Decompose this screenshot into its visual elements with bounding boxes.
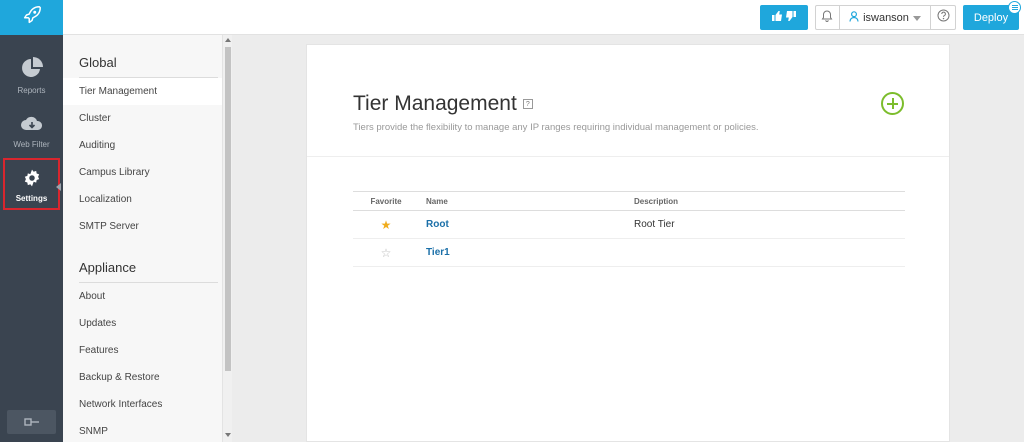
scroll-up-arrow-icon[interactable] — [225, 38, 231, 42]
favorite-cell: ★ — [353, 211, 419, 238]
subnav-item-campus-library[interactable]: Campus Library — [63, 159, 222, 186]
notifications-button[interactable] — [816, 6, 840, 29]
deploy-button[interactable]: Deploy — [963, 1, 1021, 30]
subnav-item-updates[interactable]: Updates — [63, 310, 222, 337]
pin-icon — [23, 413, 40, 431]
rail-item-web-filter[interactable]: Web Filter — [0, 104, 63, 158]
collapse-caret-icon[interactable] — [56, 183, 61, 191]
table-header: Favorite Name Description — [353, 191, 905, 211]
subnav-item-localization[interactable]: Localization — [63, 186, 222, 213]
column-header-description[interactable]: Description — [634, 192, 678, 210]
rail-item-reports[interactable]: Reports — [0, 48, 63, 102]
add-tier-button[interactable] — [881, 92, 904, 115]
favorite-cell: ☆ — [353, 239, 419, 266]
help-icon[interactable]: ? — [522, 99, 533, 109]
subnav-item-auditing[interactable]: Auditing — [63, 132, 222, 159]
scroll-down-arrow-icon[interactable] — [225, 433, 231, 437]
section-heading-appliance: Appliance — [79, 259, 137, 275]
subnav-item-about[interactable]: About — [63, 283, 222, 310]
help-button[interactable] — [931, 6, 955, 29]
column-header-name[interactable]: Name — [426, 192, 448, 210]
app-rail: Reports Web Filter Settings — [0, 0, 63, 442]
rocket-icon — [21, 4, 43, 31]
pie-chart-icon — [20, 56, 44, 82]
star-outline-icon[interactable]: ☆ — [381, 247, 392, 259]
feedback-button[interactable] — [760, 5, 808, 30]
deploy-label: Deploy — [973, 11, 1009, 24]
header-divider — [307, 156, 949, 157]
tier-name-link[interactable]: Root — [426, 211, 449, 238]
subnav-item-cluster[interactable]: Cluster — [63, 105, 222, 132]
page-subtitle: Tiers provide the flexibility to manage … — [353, 122, 759, 133]
top-bar: iswanson Deploy — [63, 0, 1024, 35]
subnav-item-snmp[interactable]: SNMP — [63, 418, 222, 442]
rail-item-label: Web Filter — [13, 139, 50, 149]
table-row[interactable]: ☆ Tier1 — [353, 239, 905, 267]
app-logo[interactable] — [0, 0, 63, 35]
tier-description: Root Tier — [634, 219, 675, 230]
column-header-favorite[interactable]: Favorite — [353, 192, 419, 210]
cloud-download-icon — [20, 114, 44, 136]
selection-highlight — [3, 158, 60, 210]
user-icon — [849, 10, 859, 25]
user-toolbar: iswanson — [815, 5, 956, 30]
subnav-item-backup-restore[interactable]: Backup & Restore — [63, 364, 222, 391]
help-circle-icon — [937, 9, 950, 27]
subnav-item-network-interfaces[interactable]: Network Interfaces — [63, 391, 222, 418]
subnav-item-features[interactable]: Features — [63, 337, 222, 364]
rail-item-label: Reports — [17, 85, 46, 95]
bell-icon — [821, 9, 833, 27]
tier-name-link[interactable]: Tier1 — [426, 239, 450, 266]
collapse-sidebar-button[interactable] — [7, 410, 56, 434]
subnav-scrollbar[interactable] — [222, 35, 232, 442]
user-menu[interactable]: iswanson — [840, 6, 932, 29]
table-row[interactable]: ★ Root Root Tier — [353, 211, 905, 239]
username: iswanson — [863, 11, 909, 24]
menu-icon[interactable] — [1008, 1, 1021, 14]
page-title: Tier Management — [353, 92, 517, 115]
tier-management-panel: Tier Management ? Tiers provide the flex… — [306, 44, 950, 442]
tiers-table: Favorite Name Description ★ Root Root Ti… — [353, 191, 905, 267]
chevron-down-icon — [912, 12, 921, 24]
thumbs-up-down-icon — [771, 9, 797, 27]
subnav-item-tier-management[interactable]: Tier Management — [63, 78, 222, 105]
section-heading-global: Global — [79, 54, 117, 70]
star-filled-icon[interactable]: ★ — [381, 219, 392, 231]
page-title-row: Tier Management ? — [353, 92, 533, 116]
settings-subnav: Global Tier Management Cluster Auditing … — [63, 35, 222, 442]
scroll-thumb[interactable] — [225, 47, 231, 371]
subnav-item-smtp-server[interactable]: SMTP Server — [63, 213, 222, 240]
